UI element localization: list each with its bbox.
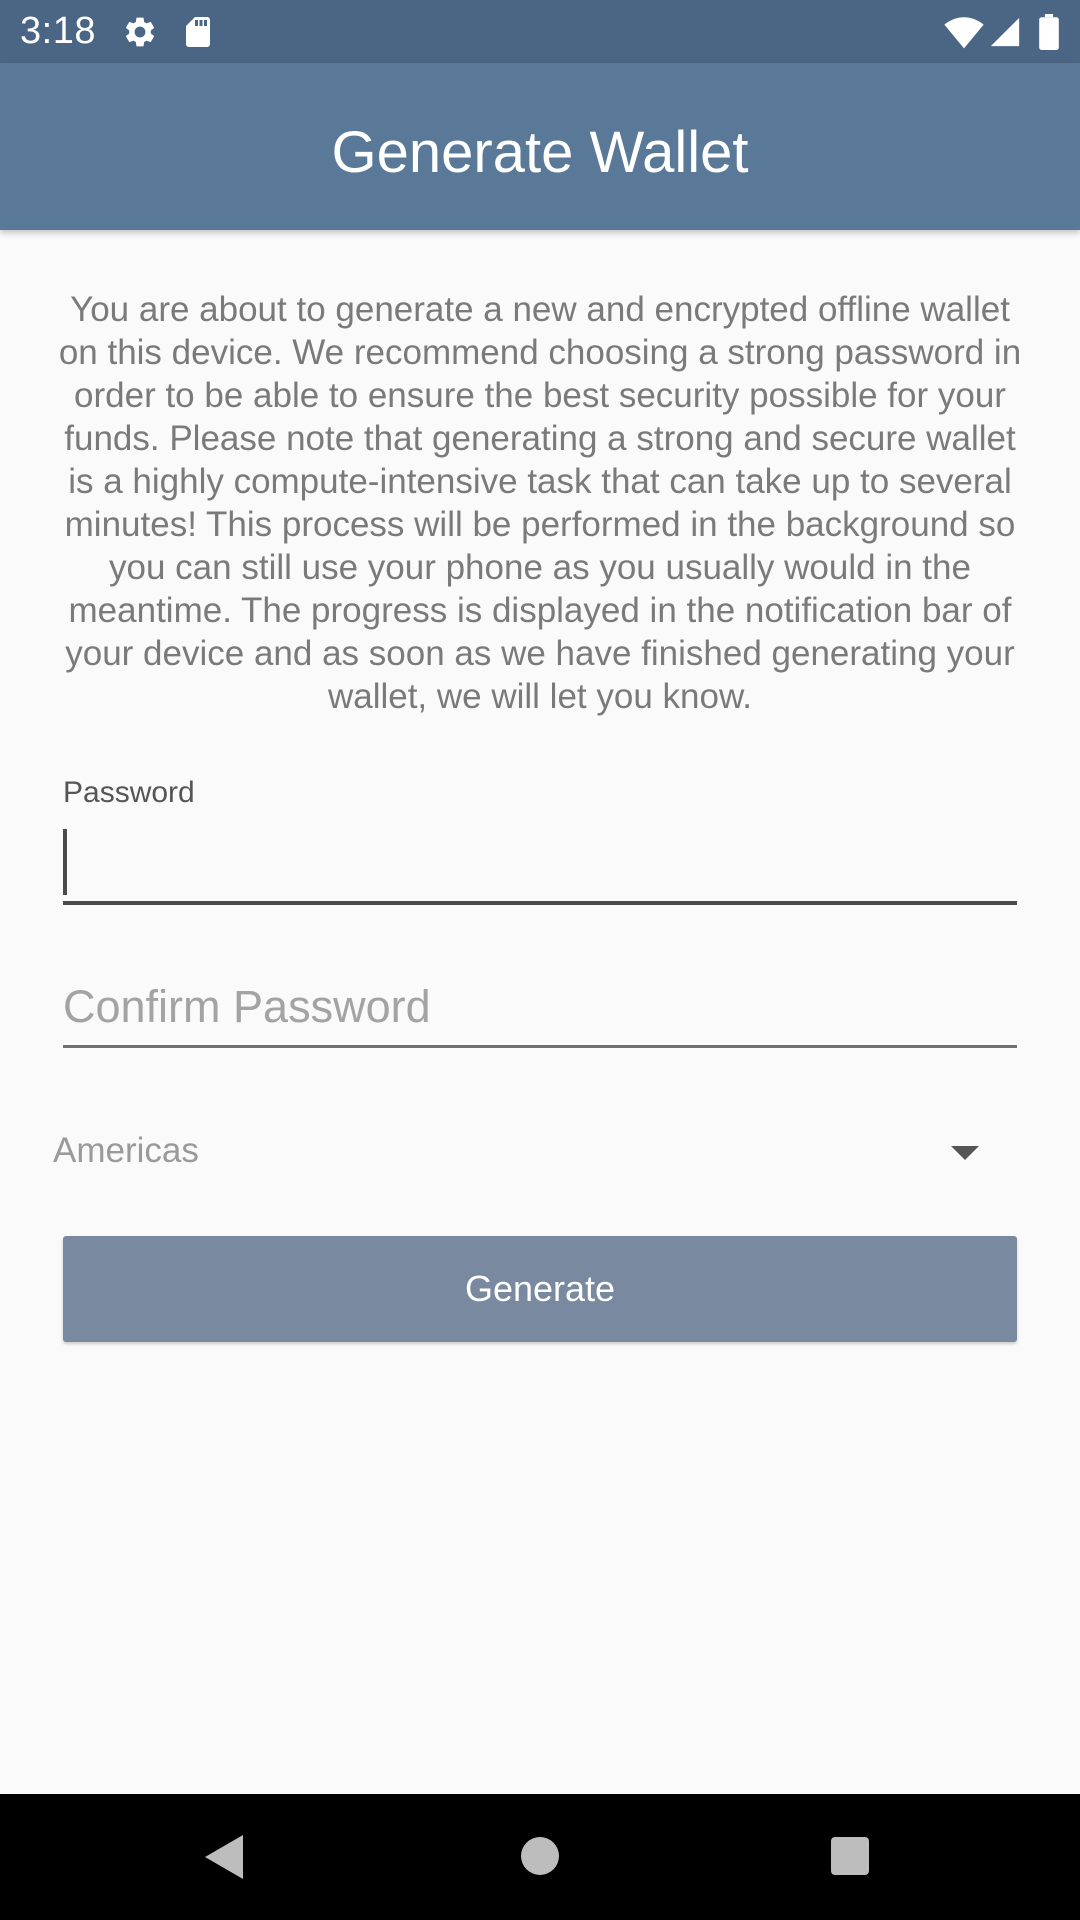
sd-card-icon <box>180 14 216 50</box>
signal-icon <box>988 14 1024 50</box>
status-time: 3:18 <box>20 10 96 52</box>
page-title: Generate Wallet <box>331 120 749 185</box>
generate-button[interactable]: Generate <box>63 1236 1017 1342</box>
navigation-bar <box>0 1794 1080 1920</box>
status-bar: 3:18 <box>0 0 1080 63</box>
region-dropdown[interactable]: Americas <box>53 1120 1005 1186</box>
region-selected-value: Americas <box>53 1131 199 1170</box>
back-icon[interactable] <box>205 1835 243 1879</box>
home-icon[interactable] <box>521 1837 559 1875</box>
dropdown-arrow-icon <box>951 1146 979 1160</box>
recents-icon[interactable] <box>831 1837 869 1875</box>
password-input[interactable] <box>63 825 1017 905</box>
confirm-password-input[interactable]: Confirm Password <box>63 975 1017 1048</box>
password-label: Password <box>63 776 195 809</box>
app-bar: Generate Wallet <box>0 63 1080 230</box>
battery-icon <box>1038 14 1074 50</box>
gear-icon <box>122 14 158 50</box>
confirm-password-placeholder: Confirm Password <box>63 981 431 1032</box>
text-cursor <box>63 829 67 895</box>
wallet-description: You are about to generate a new and encr… <box>58 290 1022 716</box>
wifi-icon <box>944 14 984 50</box>
generate-wallet-screen: 3:18 Generate Wallet You are about to ge… <box>0 0 1080 1920</box>
